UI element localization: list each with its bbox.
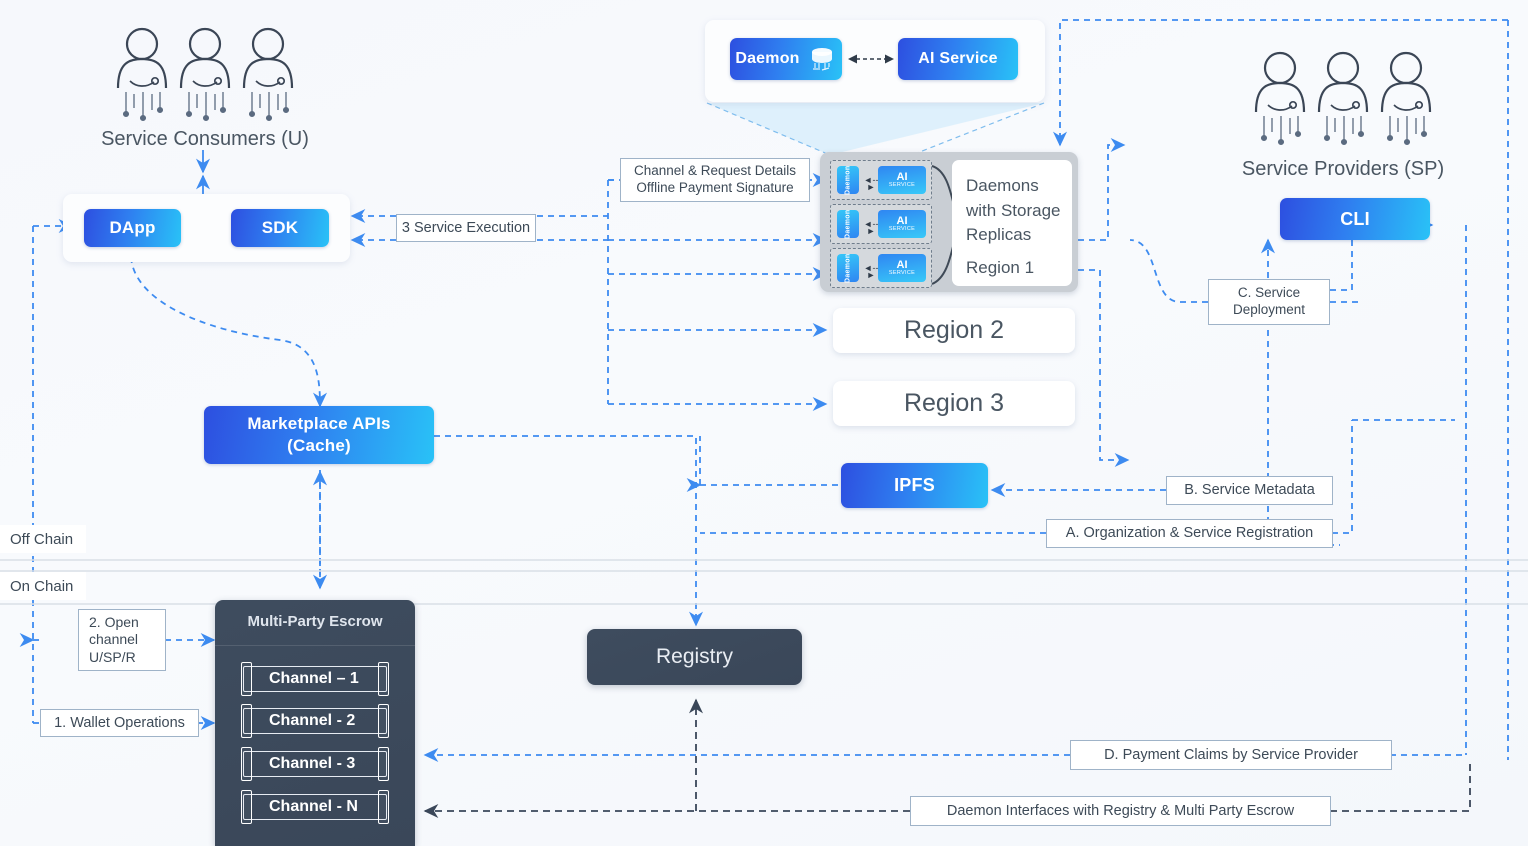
service-deployment-line-2: Deployment bbox=[1232, 302, 1306, 317]
service-consumers-icon bbox=[116, 27, 294, 122]
channel-cap-right-n bbox=[378, 790, 389, 824]
channel-cap-right-1 bbox=[378, 662, 389, 696]
replica-ai-box-2: AI SERVICE bbox=[878, 210, 926, 238]
daemon-callout-box[interactable]: Daemon bbox=[730, 38, 842, 80]
service-metadata-label: B. Service Metadata bbox=[1166, 476, 1333, 505]
open-channel-line-1: 2. Open bbox=[89, 613, 139, 630]
registry-label: Registry bbox=[655, 645, 734, 668]
ai-service-callout-box[interactable]: AI Service bbox=[898, 38, 1018, 80]
escrow-divider bbox=[215, 645, 415, 646]
escrow-title: Multi-Party Escrow bbox=[247, 613, 383, 630]
off-chain-label: Off Chain bbox=[0, 525, 86, 553]
replica-daemon-label-1: Daemon bbox=[837, 165, 859, 195]
channel-cap-left-n bbox=[241, 790, 252, 824]
channel-label-3: Channel - 3 bbox=[269, 755, 356, 772]
marketplace-line-2: (Cache) bbox=[287, 436, 351, 455]
open-channel-line-3: U/SP/R bbox=[89, 648, 136, 665]
replica-ai-box-1: AI SERVICE bbox=[878, 166, 926, 194]
replica-ai-box-3: AI SERVICE bbox=[878, 254, 926, 282]
ipfs-box[interactable]: IPFS bbox=[841, 463, 988, 508]
daemon-replica-3[interactable]: Daemon ◄--► AI SERVICE bbox=[830, 248, 932, 288]
escrow-channel-1[interactable]: Channel – 1 bbox=[241, 662, 389, 696]
channel-label-1: Channel – 1 bbox=[269, 670, 359, 687]
channel-cap-left-3 bbox=[241, 747, 252, 781]
cli-box[interactable]: CLI bbox=[1280, 198, 1430, 240]
channel-cap-left-2 bbox=[241, 704, 252, 738]
daemon-callout-label: Daemon bbox=[735, 50, 800, 67]
daemon-interfaces-label: Daemon Interfaces with Registry & Multi … bbox=[910, 796, 1331, 826]
registry-box[interactable]: Registry bbox=[587, 629, 802, 685]
region-2-box[interactable]: Region 2 bbox=[833, 308, 1075, 353]
service-execution-label: 3 Service Execution bbox=[396, 214, 536, 242]
callout-link-arrow bbox=[848, 54, 894, 64]
channel-cap-right-2 bbox=[378, 704, 389, 738]
organization-registration-label: A. Organization & Service Registration bbox=[1046, 519, 1333, 548]
service-providers-icon bbox=[1254, 51, 1432, 146]
open-channel-label: 2. Open channel U/SP/R bbox=[78, 609, 166, 671]
escrow-channel-3[interactable]: Channel - 3 bbox=[241, 747, 389, 781]
wallet-operations-label: 1. Wallet Operations bbox=[40, 709, 199, 737]
payment-claims-label: D. Payment Claims by Service Provider bbox=[1070, 740, 1392, 770]
channel-request-details-label: Channel & Request Details Offline Paymen… bbox=[620, 158, 810, 202]
marketplace-apis-box[interactable]: Marketplace APIs (Cache) bbox=[204, 406, 434, 464]
daemon-replica-2[interactable]: Daemon ◄--► AI SERVICE bbox=[830, 204, 932, 244]
replica-ai-bottom-2: SERVICE bbox=[888, 225, 916, 232]
service-deployment-label: C. Service Deployment bbox=[1208, 279, 1330, 325]
replica-daemon-label-3: Daemon bbox=[837, 253, 859, 283]
channel-request-line-2: Offline Payment Signature bbox=[636, 180, 794, 195]
sdk-box[interactable]: SDK bbox=[231, 209, 329, 247]
dapp-box[interactable]: DApp bbox=[84, 209, 181, 247]
database-icon bbox=[811, 48, 832, 71]
channel-label-2: Channel - 2 bbox=[269, 712, 356, 729]
service-consumers-caption: Service Consumers (U) bbox=[101, 128, 309, 150]
replica-daemon-label-2: Daemon bbox=[837, 209, 859, 239]
channel-request-line-1: Channel & Request Details bbox=[633, 163, 797, 179]
escrow-channel-2[interactable]: Channel - 2 bbox=[241, 704, 389, 738]
diagram-canvas: Service Consumers (U) DApp SDK Daemon AI… bbox=[0, 0, 1528, 846]
service-providers-caption: Service Providers (SP) bbox=[1241, 158, 1445, 180]
on-chain-label: On Chain bbox=[0, 572, 86, 600]
region1-description: Daemons with Storage Replicas bbox=[966, 174, 1070, 248]
replica-ai-bottom-3: SERVICE bbox=[888, 269, 916, 276]
open-channel-line-2: channel bbox=[89, 631, 139, 648]
service-deployment-line-1: C. Service bbox=[1237, 285, 1301, 301]
region-3-box[interactable]: Region 3 bbox=[833, 381, 1075, 426]
channel-cap-right-3 bbox=[378, 747, 389, 781]
region1-label: Region 1 bbox=[966, 258, 1035, 277]
marketplace-line-1: Marketplace APIs bbox=[247, 413, 391, 433]
escrow-channel-n[interactable]: Channel - N bbox=[241, 790, 389, 824]
region1-desc-line3: Replicas bbox=[966, 225, 1032, 245]
daemon-replica-1[interactable]: Daemon ◄--► AI SERVICE bbox=[830, 160, 932, 200]
region1-desc-line2: with Storage bbox=[966, 200, 1061, 220]
region1-desc-line1: Daemons bbox=[966, 176, 1039, 195]
replica-ai-bottom-1: SERVICE bbox=[888, 181, 916, 188]
channel-label-n: Channel - N bbox=[269, 798, 358, 815]
channel-cap-left-1 bbox=[241, 662, 252, 696]
